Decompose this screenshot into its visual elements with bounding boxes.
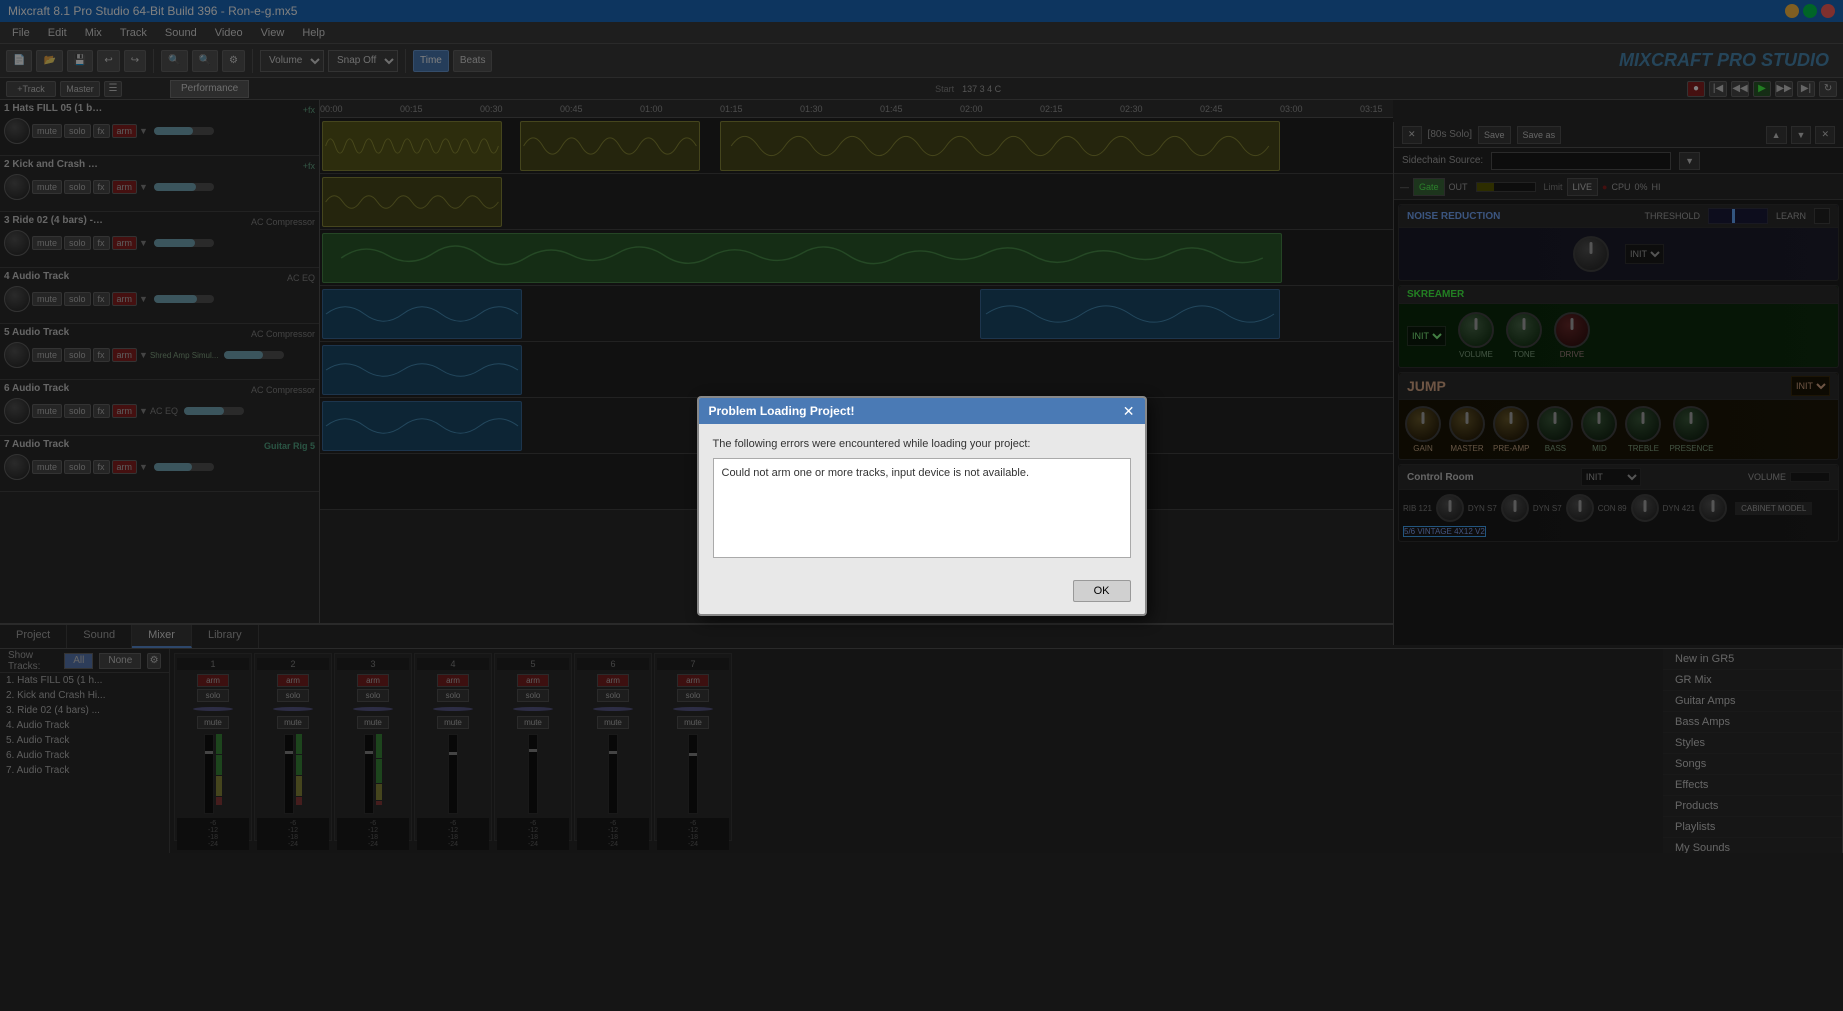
dialog-close-button[interactable]: ✕ [1123, 404, 1135, 418]
dialog-message: The following errors were encountered wh… [713, 438, 1131, 450]
dialog-title: Problem Loading Project! [709, 404, 855, 418]
dialog-footer: OK [699, 572, 1145, 614]
dialog-error-box: Could not arm one or more tracks, input … [713, 458, 1131, 558]
dialog-body: The following errors were encountered wh… [699, 424, 1145, 572]
dialog-overlay: Problem Loading Project! ✕ The following… [0, 0, 1843, 1011]
dialog-titlebar: Problem Loading Project! ✕ [699, 398, 1145, 424]
dialog-ok-button[interactable]: OK [1073, 580, 1131, 602]
problem-loading-dialog: Problem Loading Project! ✕ The following… [697, 396, 1147, 616]
dialog-error-text: Could not arm one or more tracks, input … [722, 467, 1030, 479]
